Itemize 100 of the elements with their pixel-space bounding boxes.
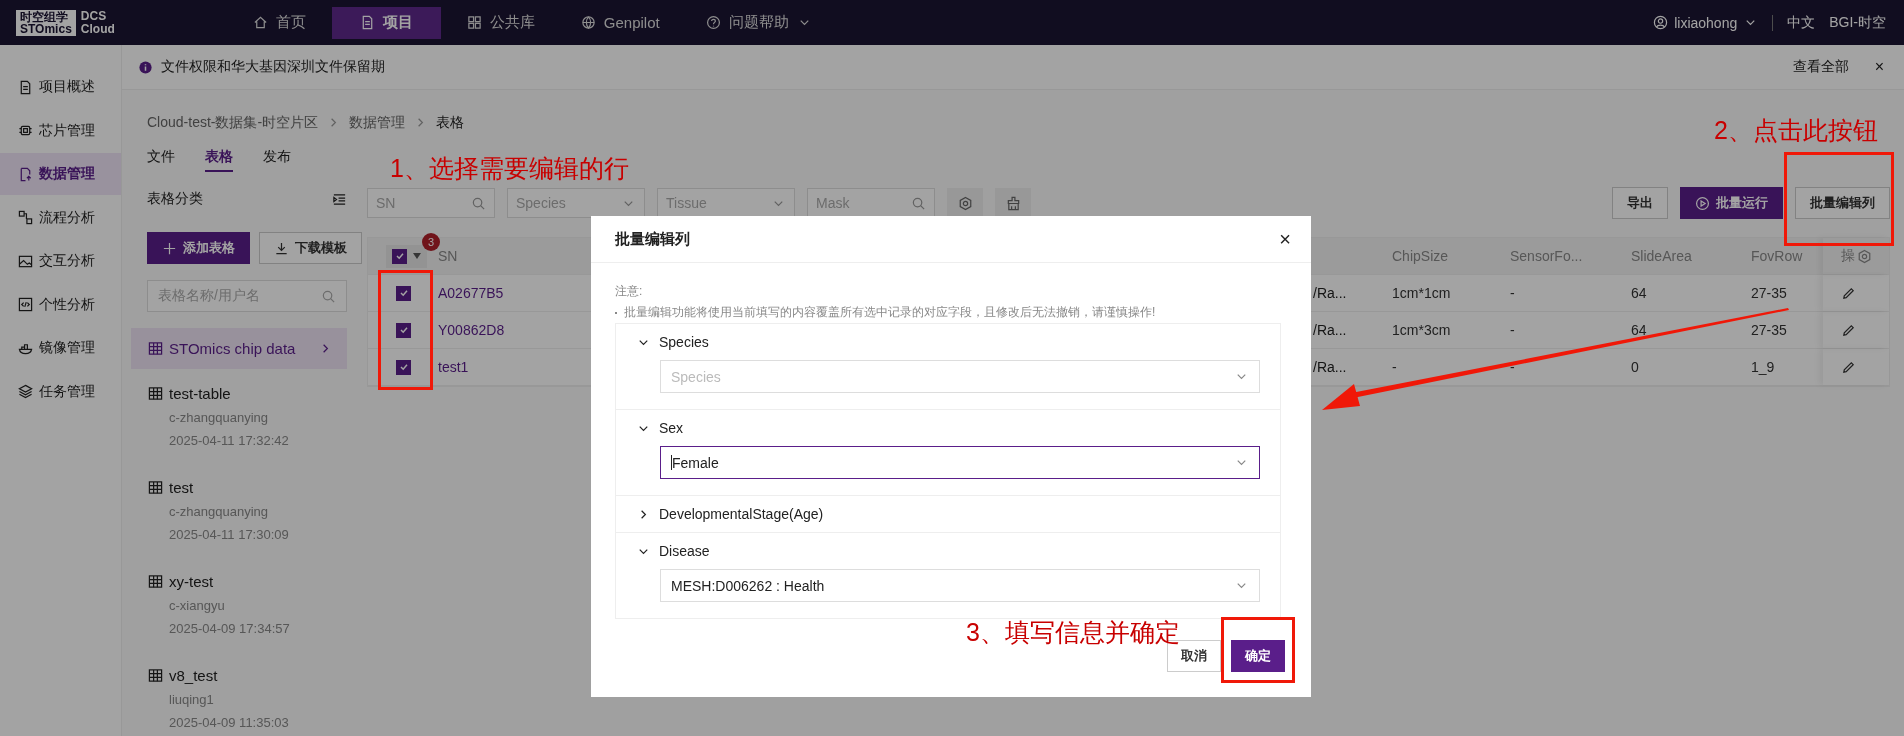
table-list-item[interactable]: STOmics chip data (131, 328, 347, 369)
table-name: STOmics chip data (169, 340, 296, 357)
nav-tab[interactable]: 问题帮助 (685, 6, 832, 39)
table-date: 2025-04-09 17:34:57 (169, 621, 291, 636)
annotation-text: 2、点击此按钮 (1714, 116, 1878, 145)
close-button[interactable]: × (1279, 227, 1291, 251)
user-menu[interactable]: lixiaohong (1653, 14, 1759, 31)
table-list-item[interactable]: test-table c-zhangquanying 2025-04-11 17:32:42 (131, 377, 347, 471)
table-list-item[interactable]: v8_test liuqing1 2025-04-09 11:35:03 (131, 659, 347, 736)
clear-button[interactable] (995, 188, 1031, 218)
breadcrumb-item[interactable]: 数据管理 (349, 113, 406, 132)
annotation-text: 1、选择需要编辑的行 (390, 154, 629, 183)
notice-text: 文件权限和华大基因深圳文件保留期 (161, 58, 385, 76)
tab[interactable]: 表格 (205, 148, 233, 172)
checkbox[interactable] (396, 285, 411, 301)
edit-button[interactable] (1841, 285, 1856, 301)
table-cell: /Ra... (1313, 285, 1347, 301)
select-field[interactable]: MESH:D006262 : Health (660, 569, 1260, 602)
tab[interactable]: 发布 (263, 148, 291, 172)
section-header[interactable]: Species (636, 334, 1260, 350)
pencil-icon (1841, 359, 1856, 375)
count-badge: 3 (422, 232, 440, 251)
section-header[interactable]: DevelopmentalStage(Age) (636, 506, 1260, 522)
breadcrumb-item[interactable]: Cloud-test-数据集-时空片区 (147, 113, 319, 132)
side-nav-item[interactable]: 交互分析 (0, 240, 121, 282)
add-table-button[interactable]: 添加表格 (147, 232, 250, 264)
column-header: SlideArea (1631, 248, 1692, 264)
table-icon (148, 480, 163, 495)
pencil-icon (1841, 322, 1856, 338)
grid-icon (466, 15, 482, 30)
table-date: 2025-04-11 17:32:42 (169, 433, 290, 448)
column-header: 操 (1841, 247, 1855, 265)
select-all-control[interactable] (386, 244, 427, 268)
home-icon (252, 15, 268, 30)
side-nav-item[interactable]: 个性分析 (0, 283, 121, 326)
table-cell: 64 (1631, 285, 1647, 301)
side-nav-item[interactable]: 数据管理 (0, 153, 121, 195)
table-owner: c-zhangquanying (169, 410, 270, 425)
table-name: test-table (169, 385, 231, 402)
nav-tab[interactable]: 项目 (331, 6, 441, 39)
tab[interactable]: 文件 (147, 148, 175, 172)
action-button[interactable]: 批量运行 (1680, 187, 1783, 219)
checkbox[interactable] (396, 359, 411, 375)
table-owner: liuqing1 (169, 692, 215, 707)
view-all-link[interactable]: 查看全部 (1792, 58, 1849, 76)
edit-button[interactable] (1841, 359, 1856, 375)
nav-tab[interactable]: Genpilot (560, 6, 680, 39)
side-nav-item[interactable]: 任务管理 (0, 370, 121, 413)
side-nav-item[interactable]: 项目概述 (0, 66, 121, 108)
code-icon (18, 297, 33, 312)
checkbox[interactable] (396, 322, 411, 338)
side-nav-item[interactable]: 芯片管理 (0, 109, 121, 152)
table-cell: - (1510, 322, 1515, 338)
nav-tab[interactable]: 公共库 (446, 6, 555, 39)
collapse-icon (332, 191, 347, 207)
table-cell[interactable]: Y00862D8 (438, 322, 505, 338)
language-label[interactable]: 中文 (1787, 13, 1816, 32)
product-name: Cloud (80, 22, 115, 36)
table-name: xy-test (169, 573, 214, 590)
table-cell: - (1510, 359, 1515, 375)
table-cell: /Ra... (1313, 322, 1347, 338)
nav-tab[interactable]: 首页 (232, 6, 326, 39)
table-cell[interactable]: A02677B5 (438, 285, 504, 301)
checkbox[interactable] (392, 248, 407, 264)
table-cell: 27-35 (1751, 285, 1787, 301)
table-list-item[interactable]: xy-test c-xiangyu 2025-04-09 17:34:57 (131, 565, 347, 659)
search-icon (471, 195, 486, 211)
select-field[interactable]: Female (660, 446, 1260, 479)
flow-icon (18, 210, 33, 225)
note-title: 注意: (615, 283, 644, 300)
help-icon (705, 15, 721, 30)
side-nav-item[interactable]: 镜像管理 (0, 327, 121, 369)
breadcrumb-item[interactable]: 表格 (436, 113, 465, 132)
table-list-item[interactable]: test c-zhangquanying 2025-04-11 17:30:09 (131, 471, 347, 565)
table-cell: 0 (1631, 359, 1639, 375)
action-button[interactable]: 导出 (1612, 187, 1668, 219)
table-cell: 1_9 (1751, 359, 1775, 375)
plus-icon (162, 240, 177, 256)
action-button[interactable]: 批量编辑列 (1795, 187, 1890, 219)
close-button[interactable]: × (1874, 58, 1884, 76)
note-text: 批量编辑功能将使用当前填写的内容覆盖所有选中记录的对应字段，且修改后无法撤销，请谨慎操作! (624, 304, 1156, 321)
file-upload-icon (18, 166, 33, 182)
table-owner: c-xiangyu (169, 598, 226, 613)
check-icon (398, 362, 409, 372)
side-nav-item[interactable]: 流程分析 (0, 196, 121, 239)
table-cell: 64 (1631, 322, 1647, 338)
section-header[interactable]: Disease (636, 543, 1260, 559)
table-icon (148, 386, 163, 401)
check-icon (398, 325, 409, 335)
settings-button[interactable] (947, 188, 983, 218)
search-icon (911, 195, 926, 211)
edit-button[interactable] (1841, 322, 1856, 338)
column-header: ChipSize (1392, 248, 1449, 264)
download-template-button[interactable]: 下载模板 (259, 232, 362, 264)
confirm-button[interactable]: 确定 (1231, 640, 1285, 672)
section-header[interactable]: Sex (636, 420, 1260, 436)
user-icon (1653, 15, 1669, 30)
logo-text: 时空组学 (20, 10, 68, 23)
organization-name[interactable]: BGI-时空 (1829, 13, 1886, 32)
table-cell[interactable]: test1 (438, 359, 469, 375)
